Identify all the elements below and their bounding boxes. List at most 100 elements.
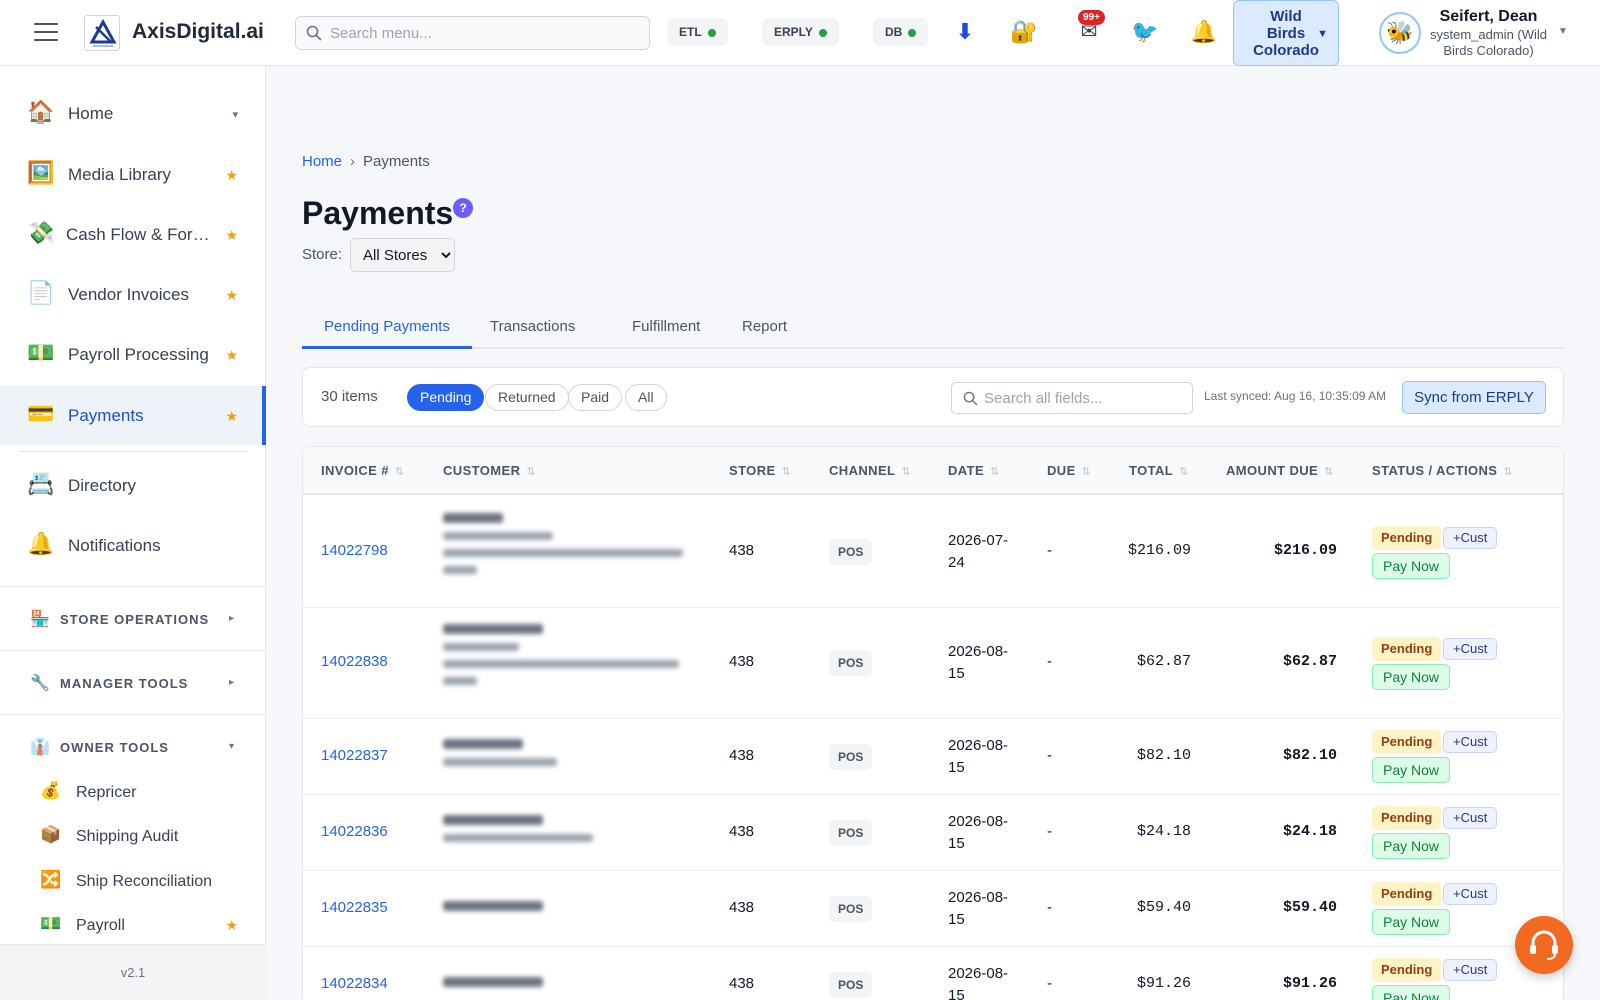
etl-status[interactable]: ETL <box>667 18 728 46</box>
add-customer-button[interactable]: +Cust <box>1443 731 1498 753</box>
sidebar-item-payroll[interactable]: 💵 Payroll ★ <box>0 903 266 947</box>
sidebar-item-home[interactable]: 🏠 Home ▾ <box>0 84 266 143</box>
user-menu-chevron-icon[interactable]: ▼ <box>1558 26 1568 37</box>
add-customer-button[interactable]: +Cust <box>1443 807 1498 829</box>
lock-key-icon[interactable]: 🔐 <box>1009 18 1039 46</box>
items-count: 30 items <box>321 388 378 405</box>
total-value: $59.40 <box>1136 899 1191 916</box>
invoice-link[interactable]: 14022837 <box>321 747 388 764</box>
column-header-amount-due[interactable]: AMOUNT DUE ⇅ <box>1226 463 1334 478</box>
column-header-store[interactable]: STORE ⇅ <box>729 463 791 478</box>
add-customer-button[interactable]: +Cust <box>1443 638 1498 660</box>
star-icon[interactable]: ★ <box>225 408 238 425</box>
card-index-icon: 📇 <box>27 471 55 496</box>
tab-transactions[interactable]: Transactions <box>468 307 597 349</box>
chevron-down-icon[interactable]: ▾ <box>232 108 238 121</box>
user-name[interactable]: Seifert, Dean <box>1426 8 1551 26</box>
table-row[interactable]: 14022837 438 POS 2026-08- 15 - $82.10 $82… <box>303 719 1563 795</box>
pay-now-button[interactable]: Pay Now <box>1372 757 1451 783</box>
column-header-channel[interactable]: CHANNEL ⇅ <box>829 463 911 478</box>
invoice-link[interactable]: 14022798 <box>321 542 388 559</box>
filter-chip-pending[interactable]: Pending <box>407 384 485 411</box>
pay-now-button[interactable]: Pay Now <box>1372 985 1451 1000</box>
sidebar-item-label: Payroll <box>76 917 125 934</box>
sort-icon: ⇅ <box>781 466 792 478</box>
invoice-link[interactable]: 14022836 <box>321 823 388 840</box>
table-row[interactable]: 14022838 438 POS 2026-08- 15 - $62.87 $62… <box>303 608 1563 719</box>
sidebar-item-payments[interactable]: 💳 Payments ★ <box>0 386 266 445</box>
add-customer-button[interactable]: +Cust <box>1443 883 1498 905</box>
sidebar-item-directory[interactable]: 📇 Directory <box>0 456 266 515</box>
breadcrumb-home-link[interactable]: Home <box>302 153 342 170</box>
sidebar-item-shipping-audit[interactable]: 📦 Shipping Audit <box>0 814 266 858</box>
channel-badge: POS <box>829 539 873 565</box>
bird-icon[interactable]: 🐦 <box>1130 18 1160 46</box>
hamburger-menu-icon[interactable] <box>34 23 58 43</box>
db-status[interactable]: DB <box>873 18 929 46</box>
bell-icon[interactable]: 🔔 <box>1189 18 1219 46</box>
pay-now-button[interactable]: Pay Now <box>1372 909 1451 935</box>
column-header-date[interactable]: DATE ⇅ <box>948 463 1000 478</box>
sidebar-item-ship-reconciliation[interactable]: 🔀 Ship Reconciliation <box>0 859 266 903</box>
star-icon[interactable]: ★ <box>225 917 238 934</box>
filter-chip-paid[interactable]: Paid <box>568 384 623 411</box>
sync-from-erply-button[interactable]: Sync from ERPLY <box>1402 381 1546 414</box>
invoice-link[interactable]: 14022834 <box>321 975 388 992</box>
invoice-link[interactable]: 14022838 <box>321 653 388 670</box>
date-part: 15 <box>948 835 965 852</box>
table-row[interactable]: 14022836 438 POS 2026-08- 15 - $24.18 $24… <box>303 795 1563 871</box>
column-header-total[interactable]: TOTAL ⇅ <box>1129 463 1189 478</box>
pay-now-button[interactable]: Pay Now <box>1372 664 1451 690</box>
menu-search-input[interactable] <box>330 17 640 49</box>
star-icon[interactable]: ★ <box>225 287 238 304</box>
add-customer-button[interactable]: +Cust <box>1443 959 1498 981</box>
due-value: - <box>1047 823 1052 840</box>
menu-search[interactable] <box>295 16 650 50</box>
support-chat-button[interactable] <box>1515 916 1573 974</box>
column-header-label: AMOUNT DUE <box>1226 463 1319 478</box>
tab-report[interactable]: Report <box>720 307 809 349</box>
tab-pending-payments[interactable]: Pending Payments <box>302 307 472 349</box>
column-header-invoice[interactable]: INVOICE # ⇅ <box>321 463 405 478</box>
star-icon[interactable]: ★ <box>225 347 238 364</box>
filter-chip-all[interactable]: All <box>625 384 667 411</box>
column-header-status-actions[interactable]: STATUS / ACTIONS ⇅ <box>1372 463 1513 478</box>
filter-chip-returned[interactable]: Returned <box>485 384 569 411</box>
section-owner-tools[interactable]: 👔 OWNER TOOLS ▾ <box>0 715 266 777</box>
table-row[interactable]: 14022835 438 POS 2026-08- 15 - $59.40 $59… <box>303 871 1563 947</box>
sidebar-item-vendor-invoices[interactable]: 📄 Vendor Invoices ★ <box>0 265 266 324</box>
sidebar-item-notifications[interactable]: 🔔 Notifications <box>0 516 266 575</box>
sidebar-item-cash-flow[interactable]: 💸 Cash Flow & For… ★ <box>0 205 266 264</box>
add-customer-button[interactable]: +Cust <box>1443 527 1498 549</box>
column-header-label: DATE <box>948 463 985 478</box>
breadcrumb-separator: › <box>350 153 356 170</box>
invoice-date: 2026-08- 15 <box>948 641 1018 685</box>
help-icon[interactable]: ? <box>453 198 473 218</box>
table-row[interactable]: 14022834 438 POS 2026-08- 15 - $91.26 $91… <box>303 947 1563 1000</box>
table-search[interactable] <box>951 382 1193 414</box>
star-icon[interactable]: ★ <box>225 167 238 184</box>
store-filter-select[interactable]: All Stores <box>350 238 455 272</box>
avatar[interactable]: 🐝 <box>1379 12 1421 54</box>
pay-now-button[interactable]: Pay Now <box>1372 553 1451 579</box>
column-header-customer[interactable]: CUSTOMER ⇅ <box>443 463 536 478</box>
store-switcher[interactable]: Wild Birds Colorado ▼ <box>1233 0 1339 66</box>
invoice-link[interactable]: 14022835 <box>321 899 388 916</box>
section-manager-tools[interactable]: 🔧 MANAGER TOOLS ▸ <box>0 651 266 713</box>
star-icon[interactable]: ★ <box>225 227 238 244</box>
tab-fulfillment[interactable]: Fulfillment <box>610 307 722 349</box>
brand-logo[interactable] <box>84 15 120 51</box>
column-header-due[interactable]: DUE ⇅ <box>1047 463 1091 478</box>
download-arrow-icon[interactable]: ⬇ <box>950 18 980 46</box>
table-search-input[interactable] <box>984 383 1189 413</box>
erply-status[interactable]: ERPLY <box>762 18 839 46</box>
section-store-operations[interactable]: 🏪 STORE OPERATIONS ▸ <box>0 587 266 649</box>
table-row[interactable]: 14022798 438 POS 2026-07- 24 - $216.09 $2… <box>303 497 1563 608</box>
bell-icon: 🔔 <box>27 531 55 556</box>
sidebar-item-repricer[interactable]: 💰 Repricer <box>0 770 266 814</box>
sidebar-item-media-library[interactable]: 🖼️ Media Library ★ <box>0 145 266 204</box>
pay-now-button[interactable]: Pay Now <box>1372 833 1451 859</box>
sidebar-item-payroll-processing[interactable]: 💵 Payroll Processing ★ <box>0 325 266 384</box>
total-value: $82.10 <box>1136 747 1191 764</box>
column-header-label: TOTAL <box>1129 463 1174 478</box>
